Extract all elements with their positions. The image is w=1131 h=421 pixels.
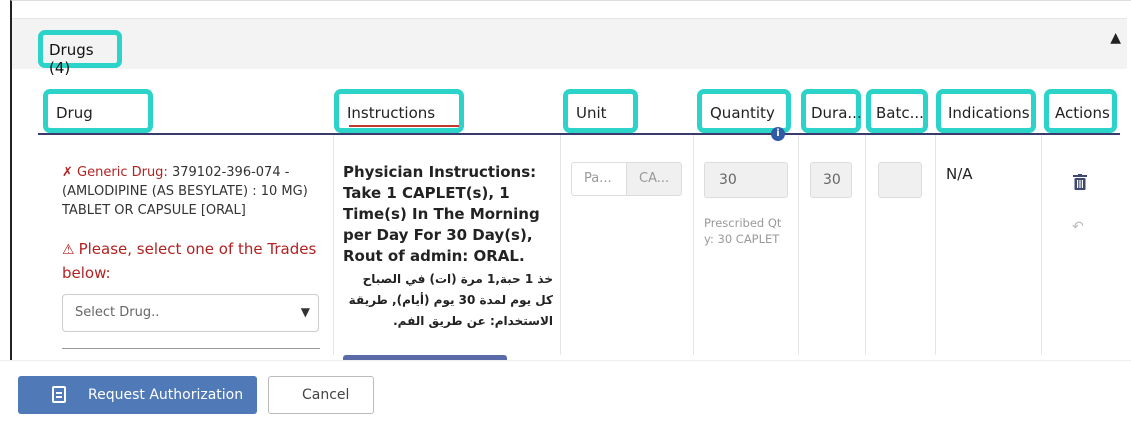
- unit-package-input[interactable]: Pa...: [571, 162, 627, 196]
- col-header-batch[interactable]: Batc...: [866, 89, 928, 133]
- column-divider: [865, 135, 866, 355]
- instructions-english: Physician Instructions: Take 1 CAPLET(s)…: [343, 163, 540, 265]
- generic-drug-text: ✗ Generic Drug: 379102-396-074 - (AMLODI…: [62, 163, 322, 220]
- col-header-actions[interactable]: Actions: [1044, 89, 1117, 133]
- error-x-icon: ✗: [62, 165, 73, 180]
- col-header-label: Quantity: [710, 104, 775, 122]
- column-divider: [333, 135, 334, 355]
- clipboard-icon: [52, 386, 66, 403]
- chevron-down-icon: ▼: [300, 305, 310, 319]
- column-divider: [935, 135, 936, 355]
- divider: [62, 348, 320, 349]
- column-divider: [798, 135, 799, 355]
- col-header-indications[interactable]: Indications: [936, 89, 1036, 133]
- select-drug-value: Select Drug..: [75, 305, 160, 320]
- panel-header[interactable]: [12, 18, 1127, 69]
- col-header-label: Unit: [576, 104, 607, 122]
- collapse-caret-icon[interactable]: ▲: [1110, 30, 1121, 46]
- trash-icon[interactable]: [1073, 174, 1087, 190]
- prescribed-quantity-note: Prescribed Qty: 30 CAPLET: [704, 216, 782, 246]
- unit-package-placeholder: Pa...: [584, 171, 612, 186]
- undo-icon[interactable]: ↶: [1072, 219, 1084, 235]
- generic-drug-label: Generic Drug:: [77, 165, 168, 180]
- table-header-divider: [38, 133, 1120, 135]
- instructions-arabic: خذ 1 حبة,1 مرة (ات) في الصباح كل يوم لمد…: [348, 272, 553, 328]
- request-authorization-label: Request Authorization: [88, 387, 244, 403]
- col-header-label: Batc...: [876, 104, 924, 122]
- col-header-unit[interactable]: Unit: [563, 89, 638, 133]
- column-divider: [1041, 135, 1042, 355]
- request-authorization-button[interactable]: Request Authorization: [18, 376, 257, 414]
- warning-text: Please, select one of the Trades below:: [62, 240, 317, 282]
- select-trade-warning: ⚠ Please, select one of the Trades below:: [62, 238, 322, 285]
- cancel-button[interactable]: Cancel: [268, 376, 374, 414]
- unit-caplet-placeholder: CA...: [639, 171, 670, 186]
- indications-value: N/A: [946, 165, 973, 183]
- select-drug-dropdown[interactable]: Select Drug.. ▼: [62, 294, 319, 332]
- col-header-duration[interactable]: Dura...: [801, 89, 862, 133]
- col-header-label: Actions: [1055, 104, 1110, 122]
- duration-input[interactable]: 30: [810, 162, 852, 198]
- column-divider: [560, 135, 561, 355]
- batch-input[interactable]: [878, 162, 922, 198]
- col-header-label: Indications: [948, 104, 1030, 122]
- col-header-instructions[interactable]: Instructions: [334, 89, 464, 133]
- physician-instructions: Physician Instructions: Take 1 CAPLET(s)…: [343, 162, 558, 332]
- column-divider: [693, 135, 694, 355]
- quantity-input[interactable]: 30: [704, 162, 788, 198]
- info-icon[interactable]: i: [771, 127, 785, 141]
- drugs-panel-title: Drugs (4): [38, 30, 122, 77]
- col-header-label: Dura...: [811, 104, 862, 122]
- col-header-label: Instructions: [347, 104, 436, 122]
- col-header-label: Drug: [56, 104, 93, 122]
- duration-value: 30: [823, 172, 841, 188]
- col-header-drug[interactable]: Drug: [43, 89, 153, 133]
- unit-caplet-input[interactable]: CA...: [626, 162, 682, 196]
- cancel-label: Cancel: [302, 387, 350, 403]
- panel-title-text: Drugs (4): [49, 41, 94, 77]
- sort-indicator: [349, 125, 459, 127]
- quantity-value: 30: [719, 172, 737, 188]
- warning-triangle-icon: ⚠: [62, 242, 75, 258]
